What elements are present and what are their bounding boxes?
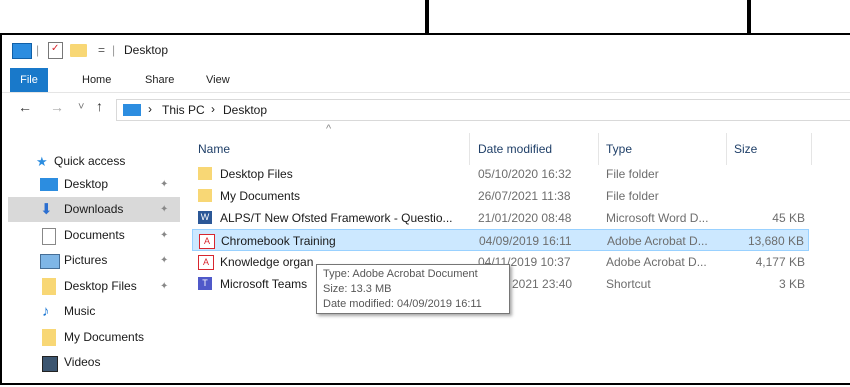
this-pc-icon [123, 104, 141, 116]
up-button[interactable]: ↑ [96, 98, 103, 114]
breadcrumb-separator: › [148, 102, 152, 116]
file-row-desktop-files[interactable]: Desktop Files 05/10/2020 16:32 File fold… [192, 163, 809, 185]
teams-icon: T [198, 277, 212, 290]
file-date: 04/09/2019 16:11 [479, 234, 572, 248]
videos-icon [42, 356, 58, 372]
desktop-icon [40, 178, 58, 191]
title-bar: | ✓ = | Desktop [2, 35, 850, 65]
file-type: Adobe Acrobat D... [606, 255, 707, 269]
file-name: Chromebook Training [221, 234, 336, 248]
pin-icon[interactable]: ✦ [160, 248, 168, 273]
tooltip-date: Date modified: 04/09/2019 16:11 [323, 298, 482, 310]
sidebar-item-label: My Documents [64, 330, 145, 344]
word-icon: W [198, 211, 212, 224]
file-size: 45 KB [772, 211, 805, 225]
file-type: Microsoft Word D... [606, 211, 709, 225]
file-row-alpsit-framework[interactable]: W ALPS/T New Ofsted Framework - Questio.… [192, 207, 809, 229]
sidebar-item-videos[interactable]: Videos [8, 350, 180, 375]
file-type: File folder [606, 167, 659, 181]
sidebar-item-desktop[interactable]: Desktop ✦ [8, 172, 180, 197]
file-name: ALPS/T New Ofsted Framework - Questio... [220, 211, 453, 225]
file-date: 26/07/2021 11:38 [478, 189, 571, 203]
star-icon: ★ [36, 154, 48, 169]
address-bar[interactable]: › This PC › Desktop [116, 99, 850, 121]
sidebar-item-label: Quick access [54, 154, 126, 168]
file-date: 21/01/2020 08:48 [478, 211, 572, 225]
downloads-icon: ⬇ [40, 201, 53, 218]
sidebar-item-label: Desktop Files [64, 279, 137, 293]
qat-dropdown-icon[interactable]: = [98, 43, 105, 57]
folder-icon [198, 167, 212, 180]
column-divider [598, 133, 599, 165]
file-info-tooltip: Type: Adobe Acrobat Document Size: 13.3 … [316, 264, 510, 314]
column-divider [469, 133, 470, 165]
file-type: Shortcut [606, 277, 651, 291]
properties-icon[interactable]: ✓ [48, 42, 63, 59]
pdf-icon: A [198, 255, 214, 270]
sidebar-item-label: Videos [64, 355, 101, 369]
file-name: My Documents [220, 189, 301, 203]
file-size: 3 KB [778, 277, 805, 291]
file-size: 4,177 KB [755, 255, 805, 269]
navigation-pane: ★ Quick access Desktop ✦ ⬇ Downloads ✦ D… [2, 125, 182, 387]
tab-file[interactable]: File [10, 68, 48, 92]
folder-icon [198, 189, 212, 202]
sidebar-item-quick-access[interactable]: ★ Quick access [2, 149, 174, 174]
pin-icon[interactable]: ✦ [160, 197, 168, 222]
ribbon-bar [2, 68, 850, 93]
breadcrumb-this-pc[interactable]: This PC [162, 103, 205, 117]
tab-view[interactable]: View [206, 68, 230, 92]
pin-icon[interactable]: ✦ [160, 172, 168, 197]
sort-indicator-icon: ^ [326, 123, 332, 135]
column-header-date[interactable]: Date modified [478, 125, 552, 165]
back-button[interactable]: ← [18, 99, 32, 115]
sidebar-item-music[interactable]: ♪ Music [8, 299, 180, 324]
pdf-icon: A [199, 234, 215, 249]
column-divider [726, 133, 727, 165]
sidebar-item-my-documents[interactable]: My Documents [8, 325, 180, 350]
sidebar-item-label: Pictures [64, 253, 108, 267]
sidebar-item-label: Desktop [64, 177, 109, 191]
sidebar-item-label: Music [64, 304, 96, 318]
sidebar-item-downloads[interactable]: ⬇ Downloads ✦ [8, 197, 180, 222]
qat-separator-2: | [112, 43, 116, 57]
window-title: Desktop [124, 43, 169, 57]
sidebar-item-label: Downloads [64, 202, 124, 216]
tab-share[interactable]: Share [145, 68, 174, 92]
column-header-type[interactable]: Type [606, 125, 632, 165]
breadcrumb-separator: › [211, 102, 215, 116]
sidebar-item-label: Documents [64, 228, 125, 242]
pin-icon[interactable]: ✦ [160, 274, 168, 299]
tooltip-type: Type: Adobe Acrobat Document [323, 268, 478, 280]
file-date: 05/10/2020 16:32 [478, 167, 572, 181]
file-name: Desktop Files [220, 167, 293, 181]
pictures-icon [40, 254, 60, 269]
music-icon: ♪ [42, 303, 50, 320]
documents-icon [42, 228, 56, 245]
window-icon [12, 43, 32, 59]
breadcrumb-desktop[interactable]: Desktop [223, 103, 267, 117]
file-row-my-documents[interactable]: My Documents 26/07/2021 11:38 File folde… [192, 185, 809, 207]
qat-separator: | [36, 43, 40, 57]
forward-button[interactable]: → [50, 99, 64, 115]
tooltip-size: Size: 13.3 MB [323, 283, 392, 295]
file-row-chromebook-training[interactable]: A Chromebook Training 04/09/2019 16:11 A… [192, 229, 809, 251]
file-type: File folder [606, 189, 659, 203]
column-header-name[interactable]: Name [198, 125, 230, 165]
sidebar-item-documents[interactable]: Documents ✦ [8, 223, 180, 248]
new-folder-icon[interactable] [70, 44, 87, 57]
file-size: 13,680 KB [747, 234, 804, 248]
pin-icon[interactable]: ✦ [160, 223, 168, 248]
sidebar-item-desktop-files[interactable]: Desktop Files ✦ [8, 274, 180, 299]
tab-home[interactable]: Home [82, 68, 111, 92]
sidebar-item-pictures[interactable]: Pictures ✦ [8, 248, 180, 273]
folder-icon [42, 329, 56, 346]
folder-icon [42, 278, 56, 295]
column-header-size[interactable]: Size [734, 125, 757, 165]
file-date: 2021 23:40 [512, 277, 573, 291]
column-divider [811, 133, 812, 165]
file-type: Adobe Acrobat D... [607, 234, 708, 248]
explorer-window: | ✓ = | Desktop File Home Share View ← →… [0, 33, 850, 385]
recent-locations-button[interactable]: ˅ [78, 101, 84, 113]
